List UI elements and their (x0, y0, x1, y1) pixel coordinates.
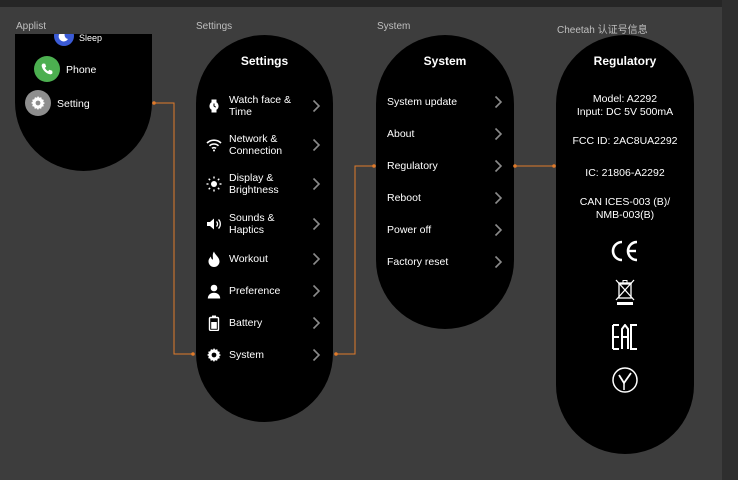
settings-item-label: Network & Connection (229, 132, 283, 158)
connector-setting-to-settings (154, 102, 193, 355)
ukca-check-icon (612, 367, 638, 393)
settings-item-sounds-and-haptics[interactable]: Sounds & Haptics (206, 210, 323, 238)
chevron-right-icon (493, 255, 503, 269)
nmb-text: NMB-003(B) (595, 209, 655, 221)
settings-item-label: Sounds & Haptics (229, 211, 275, 237)
system-item-regulatory[interactable]: Regulatory (387, 159, 505, 173)
input-text: Input: DC 5V 500mA (576, 106, 674, 118)
person-icon (206, 283, 222, 299)
app-label-setting[interactable]: Setting (57, 98, 90, 110)
system-title: System (423, 54, 467, 68)
settings-item-label: Battery (229, 316, 263, 329)
settings-item-watch-face-and-time[interactable]: Watch face & Time (206, 92, 323, 120)
regulatory-title: Regulatory (593, 54, 657, 68)
weee-bin-icon (615, 279, 635, 305)
settings-item-network-and-connection[interactable]: Network & Connection (206, 131, 323, 159)
settings-item-label: Workout (229, 252, 268, 265)
applist-screen: Sleep Phone Setting (15, 34, 152, 171)
chevron-right-icon (311, 316, 321, 330)
settings-screen: Settings Watch face & Time Network & Conn… (196, 35, 333, 422)
app-setting[interactable] (25, 90, 51, 116)
system-item-label: Factory reset (387, 255, 449, 268)
frame-label-regulatory[interactable]: Cheetah 认证号信息 (557, 21, 648, 36)
chevron-right-icon (311, 99, 321, 113)
wifi-icon (206, 137, 222, 153)
model-text: Model: A2292 (592, 93, 658, 105)
system-item-label: Power off (387, 223, 432, 236)
system-item-about[interactable]: About (387, 127, 505, 141)
settings-item-system[interactable]: System (206, 348, 323, 362)
phone-icon (41, 63, 53, 75)
sun-icon (206, 176, 222, 192)
app-sleep[interactable] (54, 34, 74, 46)
app-phone[interactable] (34, 56, 60, 82)
top-toolbar (0, 0, 738, 7)
speaker-icon (206, 216, 222, 232)
ic-text: IC: 21806-A2292 (585, 167, 665, 179)
settings-item-label: Watch face & Time (229, 93, 292, 119)
moon-icon (58, 34, 68, 42)
settings-item-battery[interactable]: Battery (206, 315, 323, 331)
system-item-label: Reboot (387, 191, 421, 204)
settings-item-label: System (229, 348, 265, 361)
system-screen: System System update About Regulatory Reboo… (376, 35, 514, 329)
chevron-right-icon (493, 159, 503, 173)
settings-title: Settings (240, 54, 289, 68)
settings-item-label: Display & Brightness (229, 171, 279, 197)
connector-system-to-system (336, 165, 374, 355)
frame-label-system[interactable]: System (377, 21, 410, 32)
right-panel-edge (722, 0, 738, 480)
battery-icon (206, 315, 222, 331)
watch-icon (206, 98, 222, 114)
settings-item-display-and-brightness[interactable]: Display & Brightness (206, 170, 323, 198)
gear-icon (31, 96, 45, 110)
chevron-right-icon (311, 217, 321, 231)
chevron-right-icon (311, 252, 321, 266)
settings-item-workout[interactable]: Workout (206, 251, 323, 267)
chevron-right-icon (493, 127, 503, 141)
app-label-sleep: Sleep (79, 34, 103, 43)
chevron-right-icon (493, 223, 503, 237)
system-item-system-update[interactable]: System update (387, 95, 505, 109)
app-label-phone[interactable]: Phone (66, 64, 96, 76)
chevron-right-icon (493, 95, 503, 109)
fcc-id-text: FCC ID: 2AC8UA2292 (572, 135, 678, 147)
system-item-label: Regulatory (387, 159, 438, 172)
gear-icon (206, 347, 222, 363)
eac-mark-icon (612, 324, 637, 350)
system-item-reboot[interactable]: Reboot (387, 191, 505, 205)
can-ices-text: CAN ICES-003 (B)/ (579, 196, 671, 208)
chevron-right-icon (311, 284, 321, 298)
chevron-right-icon (311, 348, 321, 362)
system-item-label: System update (387, 95, 458, 108)
chevron-right-icon (311, 138, 321, 152)
system-item-factory-reset[interactable]: Factory reset (387, 255, 505, 269)
system-item-label: About (387, 127, 415, 140)
frame-label-applist[interactable]: Applist (16, 21, 46, 32)
ce-mark-icon (611, 240, 638, 262)
system-item-power-off[interactable]: Power off (387, 223, 505, 237)
flame-icon (206, 251, 222, 267)
chevron-right-icon (311, 177, 321, 191)
chevron-right-icon (493, 191, 503, 205)
settings-item-label: Preference (229, 284, 281, 297)
frame-label-settings[interactable]: Settings (196, 21, 232, 32)
settings-item-preference[interactable]: Preference (206, 284, 323, 298)
regulatory-screen: Regulatory Model: A2292 Input: DC 5V 500… (556, 35, 694, 454)
